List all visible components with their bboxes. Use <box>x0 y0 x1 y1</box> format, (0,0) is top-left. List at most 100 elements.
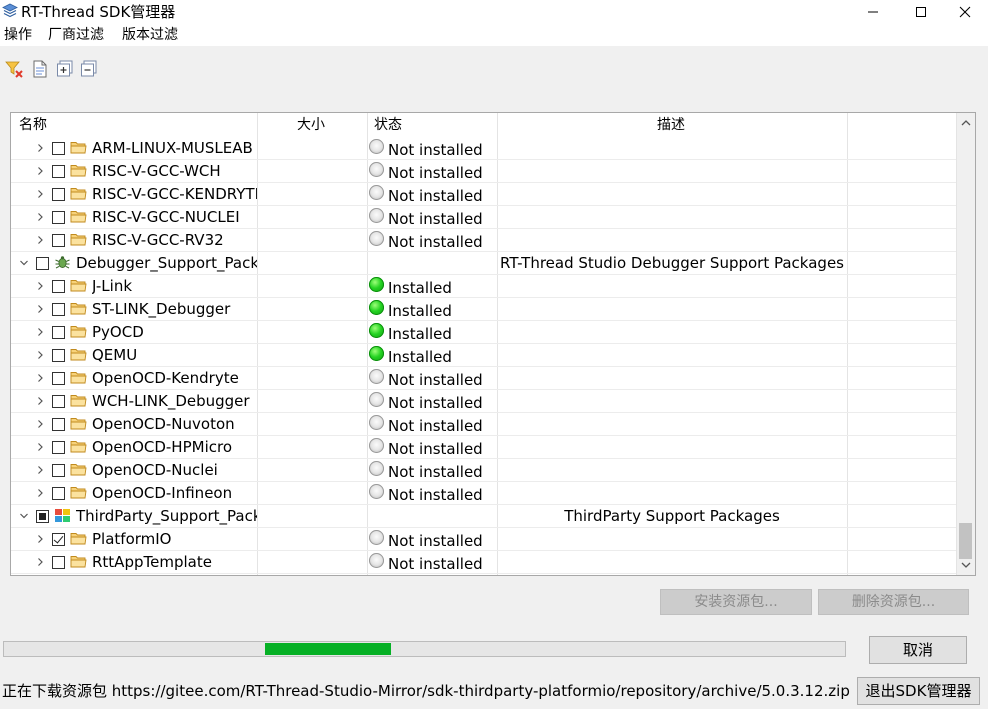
table-row[interactable]: RISC-V-GCC-WCH Not installed <box>11 160 957 183</box>
table-row[interactable]: PyOCD Installed <box>11 321 957 344</box>
row-name: WCH-LINK_Debugger <box>92 392 250 410</box>
menu-vendor-filter[interactable]: 厂商过滤 <box>48 25 104 45</box>
table-row[interactable]: RISC-V-GCC-RV32 Not installed <box>11 229 957 252</box>
row-name: OpenOCD-Infineon <box>92 484 233 502</box>
menu-version-filter[interactable]: 版本过滤 <box>122 25 178 45</box>
row-checkbox[interactable] <box>52 280 65 293</box>
row-checkbox[interactable] <box>52 349 65 362</box>
row-checkbox[interactable] <box>52 556 65 569</box>
close-button[interactable] <box>942 0 988 24</box>
table-row[interactable]: RttAppTemplate Not installed <box>11 551 957 574</box>
table-row[interactable]: OpenOCD-Infineon Not installed <box>11 482 957 505</box>
collapse-all-icon[interactable] <box>80 60 98 78</box>
folder-icon <box>70 303 87 315</box>
delete-package-button[interactable]: 删除资源包... <box>818 589 969 615</box>
folder-icon <box>70 234 87 246</box>
close-icon <box>959 6 971 18</box>
chevron-right-icon[interactable] <box>35 373 45 383</box>
chevron-right-icon[interactable] <box>35 442 45 452</box>
row-checkbox[interactable] <box>52 372 65 385</box>
chevron-down-icon[interactable] <box>19 511 29 521</box>
chevron-right-icon[interactable] <box>35 143 45 153</box>
exit-sdk-manager-button[interactable]: 退出SDK管理器 <box>857 677 980 705</box>
chevron-down-icon[interactable] <box>19 258 29 268</box>
chevron-right-icon[interactable] <box>35 281 45 291</box>
table-row[interactable]: OpenOCD-Kendryte Not installed <box>11 367 957 390</box>
table-row[interactable]: OpenOCD-Nuvoton Not installed <box>11 413 957 436</box>
puzzle-icon <box>55 509 70 522</box>
install-package-button[interactable]: 安装资源包... <box>660 589 812 615</box>
scroll-thumb[interactable] <box>959 523 972 559</box>
table-row[interactable]: RISC-V-GCC-NUCLEI Not installed <box>11 206 957 229</box>
row-checkbox[interactable] <box>52 165 65 178</box>
row-checkbox[interactable] <box>52 533 65 546</box>
folder-icon <box>70 372 87 384</box>
column-header-status[interactable]: 状态 <box>374 113 402 135</box>
row-checkbox[interactable] <box>52 188 65 201</box>
filter-clear-icon[interactable] <box>5 60 23 78</box>
column-header-name[interactable]: 名称 <box>19 113 47 135</box>
menu-operation[interactable]: 操作 <box>4 25 32 45</box>
row-checkbox[interactable] <box>52 303 65 316</box>
table-row[interactable]: QEMU Installed <box>11 344 957 367</box>
document-icon[interactable] <box>31 60 49 78</box>
column-header-size[interactable]: 大小 <box>297 113 325 135</box>
chevron-right-icon[interactable] <box>35 534 45 544</box>
folder-icon <box>70 418 87 430</box>
not-installed-status-icon <box>369 392 384 407</box>
folder-icon <box>70 464 87 476</box>
folder-icon <box>70 280 87 292</box>
folder-icon <box>70 533 87 545</box>
vertical-scrollbar[interactable] <box>956 113 975 575</box>
table-row[interactable]: J-Link Installed <box>11 275 957 298</box>
table-row[interactable]: OpenOCD-HPMicro Not installed <box>11 436 957 459</box>
folder-icon <box>70 211 87 223</box>
chevron-right-icon[interactable] <box>35 166 45 176</box>
chevron-right-icon[interactable] <box>35 327 45 337</box>
row-checkbox[interactable] <box>52 395 65 408</box>
table-row[interactable]: RISC-V-GCC-KENDRYTE Not installed <box>11 183 957 206</box>
installed-status-icon <box>369 277 384 292</box>
chevron-right-icon[interactable] <box>35 396 45 406</box>
row-checkbox[interactable] <box>52 234 65 247</box>
table-row[interactable]: Debugger_Support_Pack RT-Thread Studio De… <box>11 252 957 275</box>
row-checkbox[interactable] <box>52 211 65 224</box>
row-checkbox[interactable] <box>52 441 65 454</box>
chevron-right-icon[interactable] <box>35 465 45 475</box>
chevron-right-icon[interactable] <box>35 488 45 498</box>
minimize-button[interactable] <box>850 0 896 24</box>
row-checkbox[interactable] <box>52 418 65 431</box>
row-checkbox[interactable] <box>52 326 65 339</box>
row-checkbox[interactable] <box>36 257 49 270</box>
chevron-right-icon[interactable] <box>35 419 45 429</box>
progress-fill <box>265 643 391 655</box>
row-checkbox[interactable] <box>52 142 65 155</box>
row-description: RT-Thread Studio Debugger Support Packag… <box>500 254 844 272</box>
chevron-right-icon[interactable] <box>35 189 45 199</box>
row-name: RttAppTemplate <box>92 553 212 571</box>
row-checkbox[interactable] <box>52 464 65 477</box>
folder-icon <box>70 395 87 407</box>
table-row[interactable]: WCH-LINK_Debugger Not installed <box>11 390 957 413</box>
chevron-right-icon[interactable] <box>35 557 45 567</box>
table-row[interactable]: ThirdParty_Support_Pack ThirdParty Suppor… <box>11 505 957 528</box>
table-row[interactable]: ARM-LINUX-MUSLEAB Not installed <box>11 137 957 160</box>
chevron-right-icon[interactable] <box>35 304 45 314</box>
sdk-package-tree-table[interactable]: 名称 大小 状态 描述 ARM-LINUX-MUSLEAB Not install… <box>10 112 976 576</box>
row-checkbox[interactable] <box>36 510 49 523</box>
chevron-right-icon[interactable] <box>35 212 45 222</box>
scroll-down-arrow-icon[interactable] <box>961 560 971 570</box>
maximize-button[interactable] <box>898 0 944 24</box>
column-header-description[interactable]: 描述 <box>657 113 685 135</box>
chevron-right-icon[interactable] <box>35 350 45 360</box>
chevron-right-icon[interactable] <box>35 235 45 245</box>
scroll-up-arrow-icon[interactable] <box>961 118 971 128</box>
row-name: QEMU <box>92 346 138 364</box>
table-row[interactable]: ST-LINK_Debugger Installed <box>11 298 957 321</box>
table-row[interactable]: OpenOCD-Nuclei Not installed <box>11 459 957 482</box>
expand-all-icon[interactable] <box>56 60 74 78</box>
menu-bar: 操作 厂商过滤 版本过滤 <box>0 24 988 46</box>
table-row[interactable]: PlatformIO Not installed <box>11 528 957 551</box>
row-checkbox[interactable] <box>52 487 65 500</box>
cancel-button[interactable]: 取消 <box>869 636 967 664</box>
